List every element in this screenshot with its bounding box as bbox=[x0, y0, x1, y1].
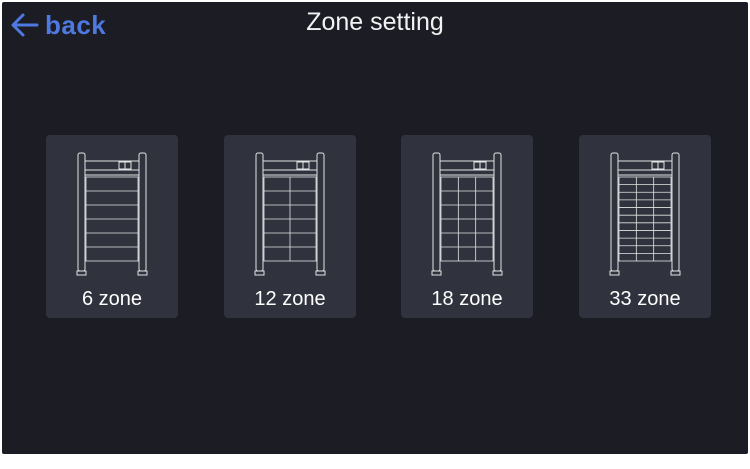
zone-label: 33 zone bbox=[609, 288, 681, 310]
zone-option-33[interactable]: 33 zone bbox=[579, 135, 711, 318]
walk-through-gate-icon bbox=[609, 152, 681, 276]
zone-label: 18 zone bbox=[431, 288, 503, 310]
zone-option-18[interactable]: 18 zone bbox=[401, 135, 533, 318]
zone-option-6[interactable]: 6 zone bbox=[46, 135, 178, 318]
zone-label: 6 zone bbox=[81, 288, 143, 310]
zone-setting-screen: back Zone setting 6 zone 12 zone 18 zone… bbox=[2, 2, 748, 454]
page-title: Zone setting bbox=[306, 8, 444, 36]
zone-option-12[interactable]: 12 zone bbox=[224, 135, 356, 318]
zone-label: 12 zone bbox=[254, 288, 326, 310]
walk-through-gate-icon bbox=[431, 152, 503, 276]
walk-through-gate-icon bbox=[76, 152, 148, 276]
walk-through-gate-icon bbox=[254, 152, 326, 276]
